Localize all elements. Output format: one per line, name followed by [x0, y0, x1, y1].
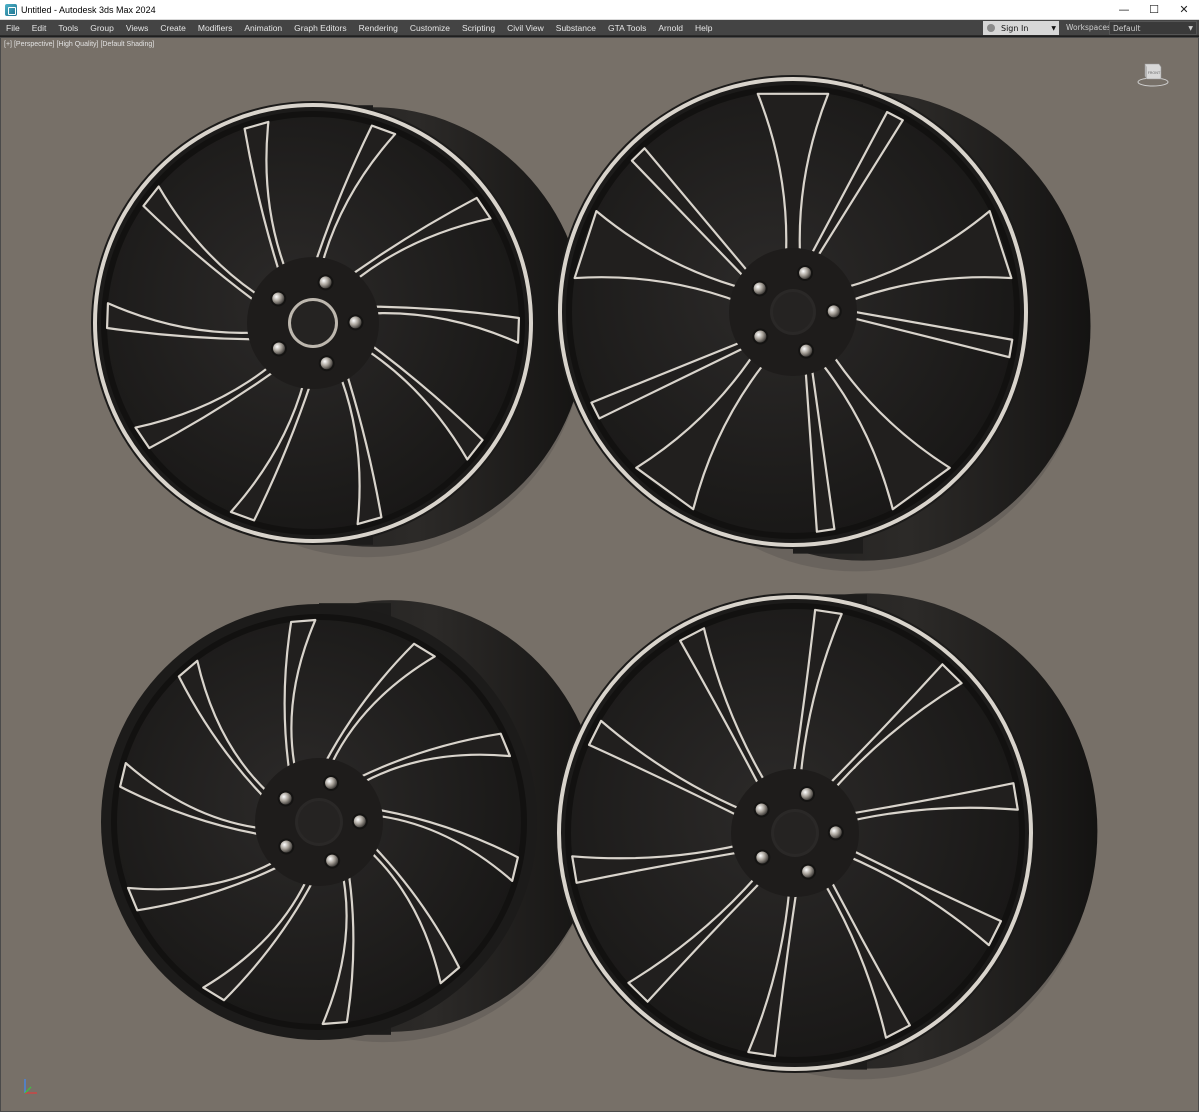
menu-substance[interactable]: Substance — [550, 23, 602, 33]
menu-views[interactable]: Views — [120, 23, 155, 33]
viewcube-face-label: FRONT — [1148, 71, 1161, 75]
axis-tripod-icon — [24, 1079, 37, 1094]
menu-bar: File Edit Tools Group Views Create Modif… — [0, 20, 1199, 36]
viewport-shading-label[interactable]: [Default Shading] — [100, 41, 154, 48]
chevron-down-icon: ▼ — [1188, 24, 1193, 32]
viewport-view-label[interactable]: [Perspective] — [14, 41, 54, 48]
minimize-button[interactable]: — — [1109, 0, 1139, 20]
menu-civil-view[interactable]: Civil View — [501, 23, 550, 33]
wheel-model[interactable] — [91, 101, 587, 558]
menu-modifiers[interactable]: Modifiers — [192, 23, 238, 33]
window-controls: — ☐ ✕ — [1109, 0, 1199, 20]
workspaces-select[interactable]: Default ▼ — [1109, 21, 1197, 35]
menu-graph-editors[interactable]: Graph Editors — [288, 23, 352, 33]
menu-tools[interactable]: Tools — [52, 23, 84, 33]
sign-in-label: Sign In — [1001, 23, 1029, 33]
menu-file[interactable]: File — [0, 23, 26, 33]
user-icon — [987, 24, 995, 32]
viewport-menu-button[interactable]: [+] — [4, 41, 12, 48]
menu-animation[interactable]: Animation — [238, 23, 288, 33]
workspaces-label: Workspaces: — [1066, 23, 1114, 32]
viewport-labels: [+] [Perspective] [High Quality] [Defaul… — [4, 41, 154, 48]
menu-gta-tools[interactable]: GTA Tools — [602, 23, 652, 33]
wheel-model[interactable] — [556, 75, 1091, 572]
perspective-viewport[interactable]: [+] [Perspective] [High Quality] [Defaul… — [0, 37, 1199, 1112]
menu-rendering[interactable]: Rendering — [353, 23, 404, 33]
sign-in-dropdown[interactable]: Sign In ▼ — [983, 21, 1059, 35]
menu-customize[interactable]: Customize — [404, 23, 456, 33]
wheels-render — [91, 75, 1098, 1080]
menu-edit[interactable]: Edit — [26, 23, 53, 33]
menu-create[interactable]: Create — [154, 23, 192, 33]
wheel-model[interactable] — [101, 600, 601, 1043]
wheel-model[interactable] — [555, 593, 1098, 1080]
viewcube-icon[interactable]: FRONT — [1136, 58, 1170, 88]
menu-arnold[interactable]: Arnold — [652, 23, 689, 33]
viewport-quality-label[interactable]: [High Quality] — [56, 41, 98, 48]
window-title: Untitled - Autodesk 3ds Max 2024 — [21, 4, 156, 15]
menu-group[interactable]: Group — [84, 23, 120, 33]
chevron-down-icon: ▼ — [1051, 24, 1056, 32]
menu-scripting[interactable]: Scripting — [456, 23, 501, 33]
close-button[interactable]: ✕ — [1169, 0, 1199, 20]
title-bar: Untitled - Autodesk 3ds Max 2024 — ☐ ✕ — [0, 0, 1199, 20]
menu-help[interactable]: Help — [689, 23, 718, 33]
workspaces-value: Default — [1113, 23, 1141, 33]
maximize-button[interactable]: ☐ — [1139, 0, 1169, 20]
app-icon — [5, 3, 17, 16]
